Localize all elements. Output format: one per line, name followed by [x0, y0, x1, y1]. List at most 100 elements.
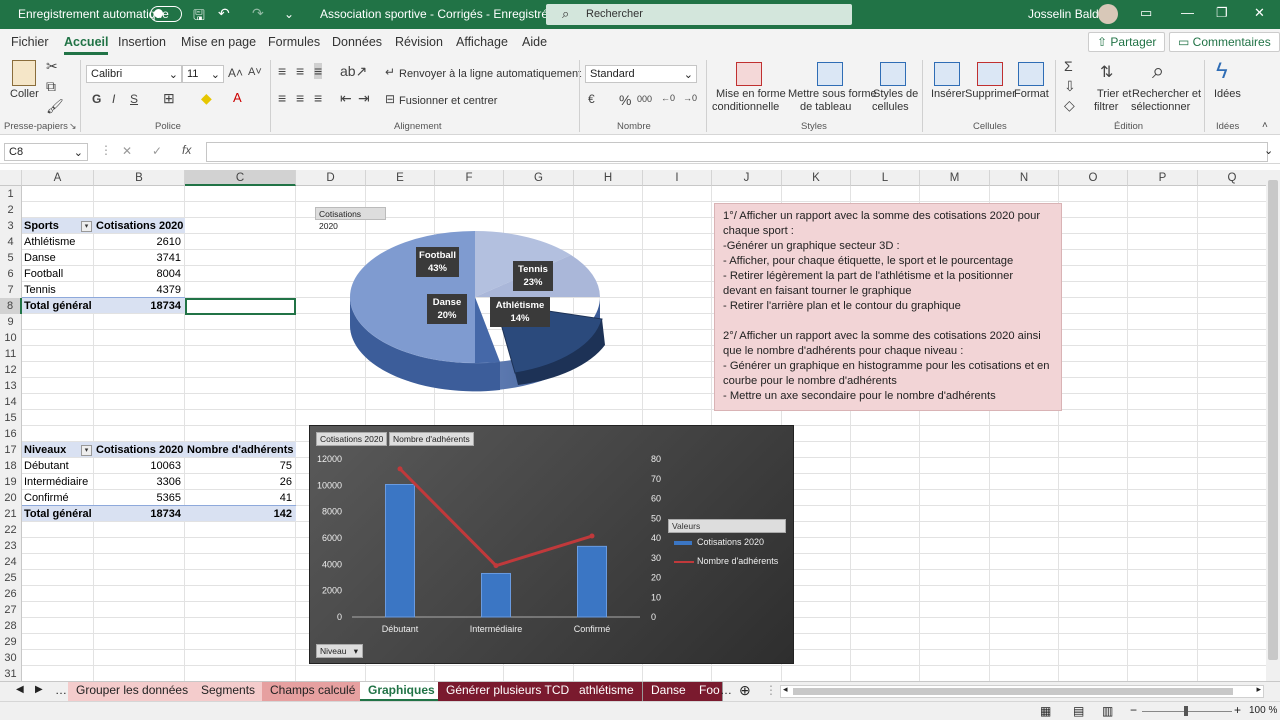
pie-field-button[interactable]: Cotisations 2020: [315, 207, 386, 231]
column-header-e[interactable]: E: [366, 170, 435, 186]
row-header-5[interactable]: 5: [0, 250, 22, 266]
pivot2-row-label[interactable]: Confirmé: [24, 490, 92, 506]
merge-center-button[interactable]: Fusionner et centrer: [399, 95, 497, 107]
tab-donnees[interactable]: Données: [332, 35, 382, 49]
find-label-1[interactable]: Rechercher et: [1132, 88, 1201, 100]
row-header-26[interactable]: 26: [0, 586, 22, 602]
active-cell-c8[interactable]: [185, 298, 296, 315]
tab-revision[interactable]: Révision: [395, 35, 443, 49]
zoom-in-icon[interactable]: +: [1234, 703, 1241, 717]
pivot2-total-count[interactable]: 142: [187, 506, 294, 522]
row-header-16[interactable]: 16: [0, 426, 22, 442]
row-header-12[interactable]: 12: [0, 362, 22, 378]
currency-icon[interactable]: €: [588, 92, 595, 106]
align-middle-icon[interactable]: ≡: [296, 63, 304, 79]
horizontal-scrollbar[interactable]: ◂ ▸: [780, 684, 1264, 698]
sheet-tab-danse[interactable]: Danse: [643, 682, 695, 701]
row-header-24[interactable]: 24: [0, 554, 22, 570]
italic-icon[interactable]: I: [112, 92, 115, 106]
sort-label-1[interactable]: Trier et: [1097, 88, 1131, 100]
pivot1-row-value[interactable]: 3741: [96, 250, 183, 266]
percent-icon[interactable]: %: [619, 92, 631, 108]
thousands-icon[interactable]: 000: [637, 94, 652, 104]
wrap-text-icon[interactable]: ↵: [385, 65, 395, 79]
decrease-decimal-icon[interactable]: →0: [683, 93, 697, 103]
pivot2-row-count[interactable]: 26: [187, 474, 294, 490]
tab-fichier[interactable]: Fichier: [11, 35, 49, 49]
row-header-11[interactable]: 11: [0, 346, 22, 362]
customize-qat-icon[interactable]: ⌄: [284, 7, 294, 21]
number-format-select[interactable]: Standard ⌄: [585, 65, 697, 83]
tabs-splitter-icon[interactable]: ⋮: [765, 683, 777, 697]
sheet-tab-generer[interactable]: Générer plusieurs TCD: [438, 682, 579, 701]
sty-label-1[interactable]: Styles de: [873, 88, 918, 100]
close-icon[interactable]: ✕: [1254, 5, 1265, 21]
instructions-note[interactable]: 1°/ Afficher un rapport avec la somme de…: [714, 203, 1062, 411]
filter-dropdown-icon[interactable]: ▾: [81, 445, 92, 456]
chart-field-button-adherents[interactable]: Nombre d'adhérents: [389, 432, 474, 446]
save-icon[interactable]: 🖫: [193, 5, 205, 29]
merge-icon[interactable]: ⊟: [385, 92, 395, 106]
row-header-20[interactable]: 20: [0, 490, 22, 506]
cancel-formula-icon[interactable]: ✕: [122, 144, 132, 158]
user-name[interactable]: Josselin Baldé: [1028, 7, 1105, 21]
sheet-tab-grouper[interactable]: Grouper les données: [68, 682, 198, 701]
column-header-m[interactable]: M: [920, 170, 990, 186]
increase-indent-icon[interactable]: ⇥: [358, 90, 370, 107]
clear-icon[interactable]: ◇: [1064, 97, 1075, 114]
row-header-31[interactable]: 31: [0, 666, 22, 681]
row-header-4[interactable]: 4: [0, 234, 22, 250]
row-header-6[interactable]: 6: [0, 266, 22, 282]
column-header-q[interactable]: Q: [1198, 170, 1266, 186]
paste-label[interactable]: Coller: [10, 88, 39, 100]
row-header-27[interactable]: 27: [0, 602, 22, 618]
row-header-15[interactable]: 15: [0, 410, 22, 426]
decrease-font-icon[interactable]: A˅: [248, 66, 262, 78]
tab-insertion[interactable]: Insertion: [118, 35, 166, 49]
find-label-2[interactable]: sélectionner: [1131, 101, 1190, 113]
row-header-29[interactable]: 29: [0, 634, 22, 650]
row-header-25[interactable]: 25: [0, 570, 22, 586]
decrease-indent-icon[interactable]: ⇤: [340, 90, 352, 107]
paste-icon[interactable]: [12, 60, 36, 86]
pivot2-row-value[interactable]: 5365: [96, 490, 183, 506]
collapse-ribbon-icon[interactable]: ˄: [1262, 120, 1268, 131]
autosave-toggle[interactable]: [150, 6, 182, 22]
align-left-icon[interactable]: ≡: [278, 90, 286, 106]
tab-affichage[interactable]: Affichage: [456, 35, 508, 49]
ideas-icon[interactable]: ϟ: [1216, 58, 1228, 84]
column-header-d[interactable]: D: [296, 170, 366, 186]
pivot1-total-value[interactable]: 18734: [96, 298, 183, 314]
scroll-left-icon[interactable]: ◂: [783, 684, 788, 695]
row-header-22[interactable]: 22: [0, 522, 22, 538]
document-title[interactable]: Association sportive - Corrigés - Enregi…: [320, 7, 557, 21]
row-header-28[interactable]: 28: [0, 618, 22, 634]
row-header-13[interactable]: 13: [0, 378, 22, 394]
msf-label-1[interactable]: Mettre sous forme: [788, 88, 877, 100]
align-top-icon[interactable]: ≡: [278, 63, 286, 79]
pivot2-header-adherents[interactable]: Nombre d'adhérents: [187, 442, 297, 458]
share-button[interactable]: ⇧ Partager: [1088, 32, 1166, 52]
avatar[interactable]: [1098, 4, 1118, 24]
pivot1-header-sports[interactable]: Sports: [24, 218, 79, 234]
font-family-select[interactable]: Calibri ⌄: [86, 65, 182, 83]
formula-input[interactable]: [206, 142, 1268, 162]
pivot1-row-value[interactable]: 8004: [96, 266, 183, 282]
pivot1-row-value[interactable]: 2610: [96, 234, 183, 250]
insert-function-icon[interactable]: fx: [182, 143, 191, 157]
column-header-n[interactable]: N: [990, 170, 1059, 186]
msf-label-2[interactable]: de tableau: [800, 101, 851, 113]
column-header-k[interactable]: K: [782, 170, 851, 186]
pivot2-row-count[interactable]: 75: [187, 458, 294, 474]
format-as-table-icon[interactable]: [817, 62, 843, 86]
pivot1-row-label[interactable]: Football: [24, 266, 92, 282]
format-label[interactable]: Format: [1014, 88, 1049, 100]
column-header-c[interactable]: C: [185, 170, 296, 186]
next-sheet-icon[interactable]: ▶: [35, 684, 43, 695]
increase-font-icon[interactable]: A˄: [228, 66, 243, 80]
pivot2-row-label[interactable]: Débutant: [24, 458, 92, 474]
sheet-tab-athletisme[interactable]: athlétisme: [571, 682, 643, 701]
column-header-o[interactable]: O: [1059, 170, 1128, 186]
cell-styles-icon[interactable]: [880, 62, 906, 86]
column-header-a[interactable]: A: [22, 170, 94, 186]
